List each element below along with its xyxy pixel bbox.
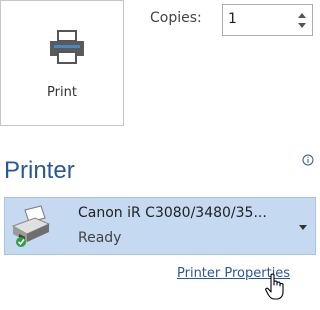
info-icon[interactable] bbox=[302, 154, 314, 166]
printer-name: Canon iR C3080/3480/35... bbox=[78, 205, 267, 221]
chevron-down-icon[interactable] bbox=[299, 225, 307, 230]
printer-section-title: Printer bbox=[4, 157, 75, 184]
printer-dropdown[interactable]: Canon iR C3080/3480/35... Ready bbox=[4, 197, 316, 255]
printer-icon bbox=[50, 30, 84, 64]
printer-status: Ready bbox=[78, 230, 122, 246]
copies-label: Copies: bbox=[150, 10, 202, 26]
print-button-label: Print bbox=[47, 85, 77, 100]
copies-stepper[interactable]: 1 bbox=[222, 4, 313, 36]
hand-pointer-icon bbox=[265, 273, 284, 300]
printer-icon bbox=[11, 205, 51, 247]
chevron-down-icon[interactable] bbox=[298, 23, 306, 28]
chevron-up-icon[interactable] bbox=[298, 13, 306, 18]
print-button[interactable]: Print bbox=[0, 0, 124, 126]
copies-value[interactable]: 1 bbox=[228, 11, 237, 27]
